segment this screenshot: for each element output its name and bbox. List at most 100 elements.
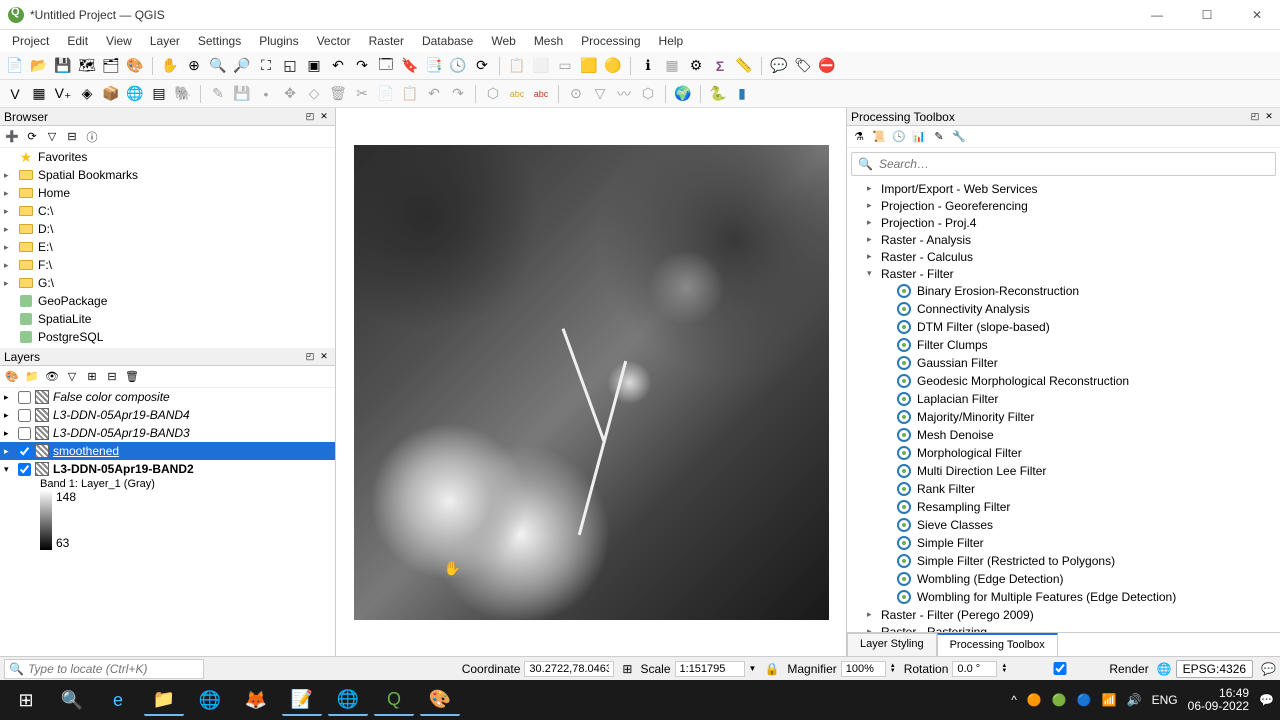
menu-database[interactable]: Database xyxy=(414,32,481,50)
select-by-attr-icon[interactable]: 🟨 xyxy=(578,55,600,77)
annotation-icon[interactable]: 🏷 xyxy=(792,55,814,77)
toggle-editing-icon[interactable]: ✎ xyxy=(207,83,229,105)
trace-icon[interactable]: 〰 xyxy=(613,83,635,105)
browser-add-icon[interactable]: ➕ xyxy=(4,129,20,145)
layer-band2-checkbox[interactable] xyxy=(18,463,31,476)
measure-icon[interactable]: 📏 xyxy=(733,55,755,77)
zoom-next-icon[interactable]: ↷ xyxy=(351,55,373,77)
messages-icon[interactable]: 💬 xyxy=(1261,662,1276,676)
toolbox-script-icon[interactable]: 📜 xyxy=(871,129,887,145)
toolbox-history-icon[interactable]: 🕓 xyxy=(891,129,907,145)
menu-edit[interactable]: Edit xyxy=(59,32,96,50)
map-tips-icon[interactable]: 💬 xyxy=(768,55,790,77)
algorithm-item[interactable]: Binary Erosion-Reconstruction xyxy=(867,282,1280,300)
tab-layer-styling[interactable]: Layer Styling xyxy=(847,633,937,656)
tray-clock[interactable]: 16:49 06-09-2022 xyxy=(1188,687,1249,713)
add-raster-layer-icon[interactable]: ▦ xyxy=(28,83,50,105)
chrome2-icon[interactable]: 🌐 xyxy=(328,684,368,716)
toolbox-search-input[interactable] xyxy=(879,157,1269,171)
menu-view[interactable]: View xyxy=(98,32,140,50)
abc-label-icon[interactable]: abc xyxy=(506,83,528,105)
toolbox-close-icon[interactable]: ✕ xyxy=(1262,110,1276,124)
browser-spatial-bookmarks[interactable]: ▸Spatial Bookmarks xyxy=(0,166,335,184)
magnifier-input[interactable] xyxy=(841,661,886,677)
plugin1-icon[interactable]: 🌍 xyxy=(672,83,694,105)
paste-features-icon[interactable]: 📋 xyxy=(399,83,421,105)
menu-help[interactable]: Help xyxy=(651,32,692,50)
zoom-last-icon[interactable]: ↶ xyxy=(327,55,349,77)
toolbox-model-icon[interactable]: ⚗ xyxy=(851,129,867,145)
topology-icon[interactable]: ▽ xyxy=(589,83,611,105)
browser-tree[interactable]: ★Favorites ▸Spatial Bookmarks ▸Home ▸C:\… xyxy=(0,148,335,348)
start-button[interactable]: ⊞ xyxy=(6,684,46,716)
browser-props-icon[interactable]: ⓘ xyxy=(84,129,100,145)
browser-filter-icon[interactable]: ▽ xyxy=(44,129,60,145)
vertex-tool-icon[interactable]: ◇ xyxy=(303,83,325,105)
layer-false-color-checkbox[interactable] xyxy=(18,391,31,404)
zoom-full-icon[interactable]: ⛶ xyxy=(255,55,277,77)
abc-no-icon[interactable]: abc xyxy=(530,83,552,105)
cut-features-icon[interactable]: ✂ xyxy=(351,83,373,105)
new-bookmark-icon[interactable]: 🔖 xyxy=(399,55,421,77)
deselect-icon[interactable]: ⬜ xyxy=(530,55,552,77)
tray-notifications-icon[interactable]: 💬 xyxy=(1259,693,1274,707)
save-edits-icon[interactable]: 💾 xyxy=(231,83,253,105)
layers-close-icon[interactable]: ✕ xyxy=(317,350,331,364)
search-button[interactable]: 🔍 xyxy=(52,684,92,716)
new-project-icon[interactable]: 📄 xyxy=(4,55,26,77)
tray-volume-icon[interactable]: 🔊 xyxy=(1127,693,1142,707)
group-proj-georef[interactable]: ▸Projection - Georeferencing xyxy=(867,197,1280,214)
toolbox-tree[interactable]: ▸Import/Export - Web Services ▸Projectio… xyxy=(847,180,1280,632)
paint-icon[interactable]: 🎨 xyxy=(420,684,460,716)
browser-favorites[interactable]: ★Favorites xyxy=(0,148,335,166)
browser-spatialite[interactable]: SpatiaLite xyxy=(0,310,335,328)
algorithm-item[interactable]: Connectivity Analysis xyxy=(867,300,1280,318)
browser-drive-d[interactable]: ▸D:\ xyxy=(0,220,335,238)
select-icon[interactable]: ▭ xyxy=(554,55,576,77)
algorithm-item[interactable]: Gaussian Filter xyxy=(867,354,1280,372)
crs-icon[interactable]: 🌐 xyxy=(1157,662,1172,676)
render-checkbox[interactable] xyxy=(1015,662,1105,675)
toolbox-undock-icon[interactable]: ◰ xyxy=(1248,110,1262,124)
new-print-layout-icon[interactable]: 🗺 xyxy=(76,55,98,77)
layers-add-group-icon[interactable]: 📁 xyxy=(24,369,40,385)
scale-input[interactable] xyxy=(675,661,745,677)
extents-icon[interactable]: ⊞ xyxy=(622,662,632,676)
menu-mesh[interactable]: Mesh xyxy=(526,32,571,50)
zoom-layer-icon[interactable]: ▣ xyxy=(303,55,325,77)
browser-close-icon[interactable]: ✕ xyxy=(317,110,331,124)
browser-drive-g[interactable]: ▸G:\ xyxy=(0,274,335,292)
temporal-icon[interactable]: 🕓 xyxy=(447,55,469,77)
algorithm-item[interactable]: Filter Clumps xyxy=(867,336,1280,354)
group-import-export[interactable]: ▸Import/Export - Web Services xyxy=(867,180,1280,197)
locator[interactable]: 🔍 xyxy=(4,659,204,679)
field-calculator-icon[interactable]: ⚙ xyxy=(685,55,707,77)
group-raster-calculus[interactable]: ▸Raster - Calculus xyxy=(867,248,1280,265)
algorithm-item[interactable]: Simple Filter xyxy=(867,534,1280,552)
locator-input[interactable] xyxy=(28,662,199,676)
rotation-input[interactable] xyxy=(952,661,997,677)
layout-manager-icon[interactable]: 🗂 xyxy=(100,55,122,77)
pan-to-selection-icon[interactable]: ⊕ xyxy=(183,55,205,77)
save-project-icon[interactable]: 💾 xyxy=(52,55,74,77)
new-geopackage-icon[interactable]: 📦 xyxy=(100,83,122,105)
algorithm-item[interactable]: Mesh Denoise xyxy=(867,426,1280,444)
algorithm-item[interactable]: Simple Filter (Restricted to Polygons) xyxy=(867,552,1280,570)
plugin2-icon[interactable]: ▮ xyxy=(731,83,753,105)
python-console-icon[interactable]: 🐍 xyxy=(707,83,729,105)
toolbox-search[interactable]: 🔍 xyxy=(851,152,1276,176)
layer-band3-checkbox[interactable] xyxy=(18,427,31,440)
explorer-icon[interactable]: 📁 xyxy=(144,684,184,716)
algorithm-item[interactable]: Multi Direction Lee Filter xyxy=(867,462,1280,480)
zoom-in-icon[interactable]: 🔍 xyxy=(207,55,229,77)
layers-visibility-icon[interactable]: 👁 xyxy=(44,369,60,385)
group-raster-filter[interactable]: ▾Raster - Filter xyxy=(867,265,1280,282)
open-project-icon[interactable]: 📂 xyxy=(28,55,50,77)
add-wfs-icon[interactable]: ▤ xyxy=(148,83,170,105)
stats-icon[interactable]: Σ xyxy=(709,55,731,77)
move-feature-icon[interactable]: ✥ xyxy=(279,83,301,105)
show-bookmarks-icon[interactable]: 📑 xyxy=(423,55,445,77)
new-map-view-icon[interactable]: 🗔 xyxy=(375,55,397,77)
algorithm-item[interactable]: Laplacian Filter xyxy=(867,390,1280,408)
group-proj4[interactable]: ▸Projection - Proj.4 xyxy=(867,214,1280,231)
